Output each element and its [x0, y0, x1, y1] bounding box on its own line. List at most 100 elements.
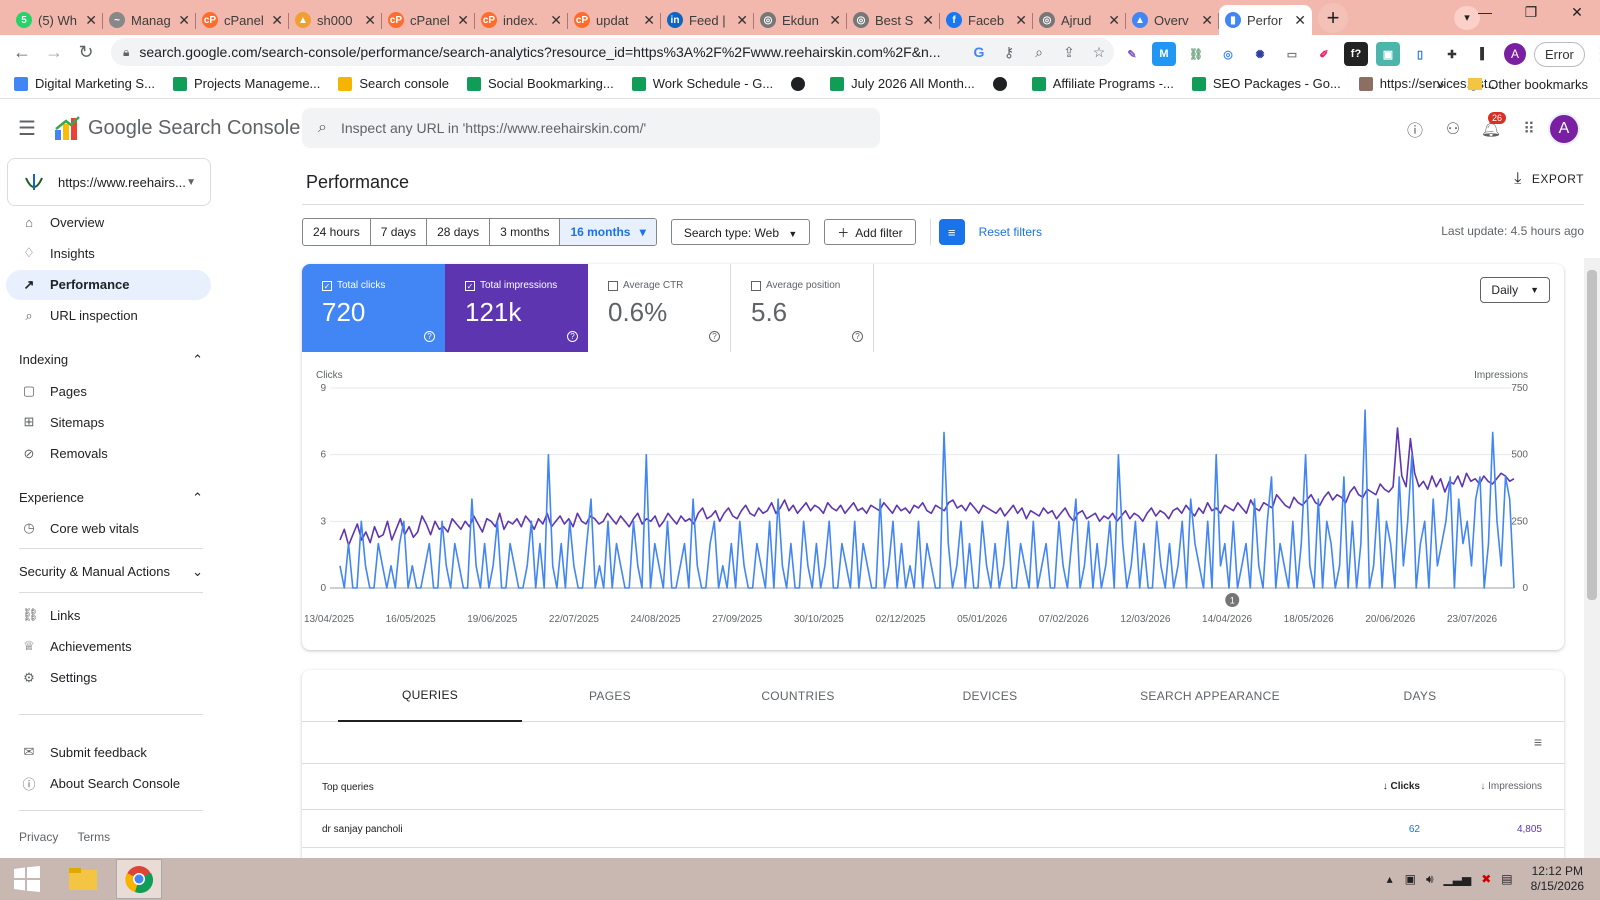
bookmark-item[interactable]: SEO Packages - Go... [1191, 76, 1341, 91]
date-range-option[interactable]: 28 days [427, 219, 491, 245]
column-header-clicks[interactable]: ↓ Clicks [1383, 781, 1420, 792]
metric-card-average-ctr[interactable]: Average CTR 0.6%? [588, 264, 731, 352]
browser-tab[interactable]: ▮ Perfor ✕ [1219, 5, 1312, 35]
extension-pen-icon[interactable]: ✎ [1120, 42, 1144, 66]
performance-chart[interactable]: Clicks Impressions 9 750 6 500 3 250 0 0 13/04/202… [302, 360, 1564, 650]
account-avatar[interactable]: A [1548, 113, 1580, 145]
sidebar-item-performance[interactable]: ↗ Performance [6, 269, 211, 300]
tab-days[interactable]: DAYS [1338, 670, 1502, 722]
metric-checkbox[interactable]: ✓ [465, 280, 475, 291]
side-panel-icon[interactable]: ▌ [1472, 42, 1496, 66]
sidebar-item-overview[interactable]: ⌂ Overview [6, 207, 211, 237]
export-button[interactable]: ⤓ EXPORT [1514, 170, 1584, 188]
browser-tab[interactable]: ~ Manag ✕ [103, 5, 196, 35]
bookmark-item[interactable] [992, 76, 1014, 91]
url-text[interactable]: search.google.com/search-console/perform… [139, 44, 964, 60]
minimize-icon[interactable]: — [1462, 0, 1508, 30]
browser-menu-icon[interactable]: ⋮ [1585, 40, 1600, 68]
tab-pages[interactable]: PAGES [522, 670, 698, 722]
bookmark-item[interactable]: Search console [338, 76, 449, 91]
extension-link-icon[interactable]: ⛓ [1184, 42, 1208, 66]
sidebar-item-removals[interactable]: ⊘ Removals [6, 439, 211, 469]
extension-brush-icon[interactable]: ✐ [1312, 42, 1336, 66]
date-range-option[interactable]: 16 months ▾ [560, 219, 656, 245]
windows-start-icon[interactable] [4, 859, 50, 899]
help-icon[interactable]: ? [852, 331, 863, 342]
browser-profile-avatar[interactable]: A [1504, 43, 1526, 65]
filter-rows-icon[interactable]: ≡ [1534, 734, 1542, 750]
manage-users-icon[interactable]: ⚇ [1434, 112, 1472, 146]
lock-icon[interactable]: 🔒︎ [123, 45, 129, 60]
help-icon[interactable]: ⓘ [1396, 112, 1434, 146]
privacy-link[interactable]: Privacy [19, 830, 58, 844]
tab-search-appearance[interactable]: SEARCH APPEARANCE [1082, 670, 1338, 722]
query-cell[interactable]: dr sanjay pancholi [322, 824, 403, 835]
metric-card-total-clicks[interactable]: ✓ Total clicks 720? [302, 264, 445, 352]
metric-checkbox[interactable] [751, 280, 761, 291]
browser-tab[interactable]: cP updat ✕ [568, 5, 661, 35]
reload-icon[interactable]: ↻ [70, 38, 102, 66]
sync-error-button[interactable]: Error [1534, 41, 1585, 67]
tab-close-icon[interactable]: ✕ [829, 12, 841, 29]
back-icon[interactable]: ← [6, 38, 38, 66]
tab-countries[interactable]: COUNTRIES [698, 670, 898, 722]
notifications-icon[interactable]: 🔔︎ 26 [1472, 112, 1510, 146]
terms-link[interactable]: Terms [77, 830, 110, 844]
password-key-icon[interactable]: ⚷ [994, 44, 1024, 61]
tab-close-icon[interactable]: ✕ [643, 12, 655, 29]
file-explorer-icon[interactable] [60, 859, 106, 899]
app-logo[interactable]: Google Search Console [54, 115, 300, 141]
sidebar-item-url-inspection[interactable]: ⌕ URL inspection [6, 301, 211, 331]
search-type-filter[interactable]: Search type: Web ▼ [670, 219, 811, 245]
tab-close-icon[interactable]: ✕ [457, 12, 469, 29]
extension-image-icon[interactable]: ▣ [1376, 42, 1400, 66]
page-scrollbar[interactable] [1584, 258, 1600, 858]
tab-close-icon[interactable]: ✕ [736, 12, 748, 29]
bookmark-item[interactable]: Work Schedule - G... [631, 76, 773, 91]
tab-close-icon[interactable]: ✕ [178, 12, 190, 29]
sidebar-item-about-search-console[interactable]: ⓘ About Search Console [6, 768, 211, 798]
action-center-icon[interactable]: ✖ [1481, 872, 1491, 886]
sidebar-item-submit-feedback[interactable]: ✉ Submit feedback [6, 737, 211, 767]
notes-icon[interactable]: ▤ [1501, 872, 1512, 886]
tab-close-icon[interactable]: ✕ [271, 12, 283, 29]
other-bookmarks[interactable]: » Other bookmarks [1437, 76, 1589, 92]
series-line-clicks[interactable] [339, 409, 1515, 589]
bookmark-item[interactable]: July 2026 All Month... [830, 76, 975, 91]
taskbar-clock[interactable]: 12:12 PM 8/15/2026 [1531, 864, 1584, 894]
sidebar-item-core-web-vitals[interactable]: ◷ Core web vitals [6, 513, 211, 543]
bookmark-item[interactable]: Social Bookmarking... [467, 76, 614, 91]
browser-tab[interactable]: ▲ Overv ✕ [1126, 5, 1219, 35]
column-header-impressions[interactable]: ↓ Impressions [1480, 781, 1542, 792]
new-tab-icon[interactable]: + [1318, 3, 1348, 33]
property-selector[interactable]: https://www.reehairs... ▼ [7, 158, 211, 206]
apps-grid-icon[interactable]: ⠿ [1510, 112, 1548, 146]
google-lens-icon[interactable]: G [964, 44, 994, 60]
date-range-option[interactable]: 3 months [490, 219, 561, 245]
browser-tab[interactable]: cP cPanel ✕ [196, 5, 289, 35]
date-range-option[interactable]: 24 hours [303, 219, 371, 245]
browser-tab[interactable]: f Faceb ✕ [940, 5, 1033, 35]
bookmark-item[interactable]: Affiliate Programs -... [1031, 76, 1174, 91]
browser-tab[interactable]: ◎ Ajrud ✕ [1033, 5, 1126, 35]
sidebar-item-links[interactable]: ⛓ Links [6, 600, 211, 630]
series-line-impressions[interactable] [339, 427, 1515, 547]
share-icon[interactable]: ⇪ [1054, 44, 1084, 61]
main-menu-icon[interactable]: ☰ [18, 116, 36, 141]
tab-close-icon[interactable]: ✕ [364, 12, 376, 29]
extension-m-icon[interactable]: M [1152, 42, 1176, 66]
device-icon[interactable]: ▣ [1405, 872, 1416, 886]
help-icon[interactable]: ? [709, 331, 720, 342]
browser-tab[interactable]: in Feed | ✕ [661, 5, 754, 35]
extension-octo-icon[interactable]: ✺ [1248, 42, 1272, 66]
sidebar-item-achievements[interactable]: ♕ Achievements [6, 631, 211, 661]
chrome-taskbar-icon[interactable] [116, 859, 162, 899]
extension-circle-icon[interactable]: ◎ [1216, 42, 1240, 66]
restore-icon[interactable]: ❐ [1508, 0, 1554, 30]
metric-card-average-position[interactable]: Average position 5.6? [731, 264, 874, 352]
sidebar-item-sitemaps[interactable]: ⊞ Sitemaps [6, 407, 211, 437]
extension-doc-icon[interactable]: ▯ [1408, 42, 1432, 66]
extension-cast-icon[interactable]: ▭ [1280, 42, 1304, 66]
metric-checkbox[interactable]: ✓ [322, 280, 332, 291]
tab-close-icon[interactable]: ✕ [1015, 12, 1027, 29]
